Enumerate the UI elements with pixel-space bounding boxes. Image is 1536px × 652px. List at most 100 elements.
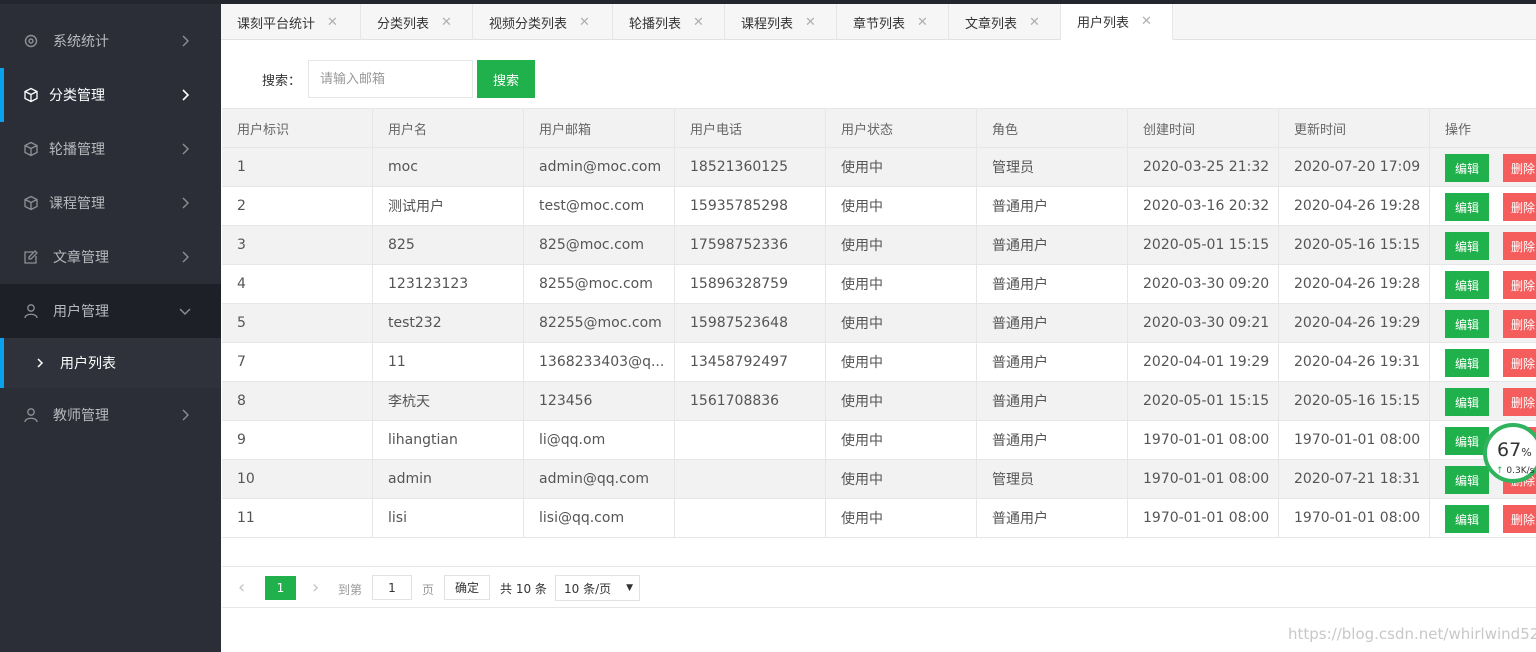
sidebar-item-article[interactable]: 文章管理 bbox=[0, 230, 221, 284]
table-cell: 18521360125 bbox=[675, 148, 826, 186]
close-icon[interactable]: ✕ bbox=[917, 15, 928, 30]
actions-cell: 编辑删除 bbox=[1430, 382, 1536, 420]
table-cell: lisi bbox=[373, 499, 524, 537]
sidebar-item-carousel[interactable]: 轮播管理 bbox=[0, 122, 221, 176]
tab-course-list[interactable]: 课程列表 ✕ bbox=[725, 4, 837, 40]
close-icon[interactable]: ✕ bbox=[805, 15, 816, 30]
tab-label: 分类列表 bbox=[377, 16, 430, 32]
table-cell: 3 bbox=[222, 226, 373, 264]
table-cell: 15935785298 bbox=[675, 187, 826, 225]
table-cell: 2020-05-01 15:15 bbox=[1128, 226, 1279, 264]
close-icon[interactable]: ✕ bbox=[579, 15, 590, 30]
edit-button[interactable]: 编辑 bbox=[1445, 349, 1489, 377]
table-cell: 2020-07-20 17:09 bbox=[1279, 148, 1430, 186]
table-cell: 2020-04-26 19:31 bbox=[1279, 343, 1430, 381]
table-cell: 4 bbox=[222, 265, 373, 303]
cube-icon bbox=[22, 86, 40, 104]
close-icon[interactable]: ✕ bbox=[1029, 15, 1040, 30]
edit-button[interactable]: 编辑 bbox=[1445, 193, 1489, 221]
sidebar-item-category[interactable]: 分类管理 bbox=[0, 68, 221, 122]
edit-button[interactable]: 编辑 bbox=[1445, 271, 1489, 299]
next-page-button[interactable]: › bbox=[312, 577, 326, 598]
goto-confirm-button[interactable]: 确定 bbox=[444, 575, 490, 600]
network-speed-widget[interactable]: 67% ↑ 0.3K/s bbox=[1483, 423, 1536, 483]
table-row: 10 admin admin@qq.com 使用中 管理员 1970-01-01 08:0… bbox=[222, 460, 1536, 499]
actions-cell: 编辑删除 bbox=[1430, 226, 1536, 264]
delete-button[interactable]: 删除 bbox=[1503, 154, 1536, 182]
chevron-down-icon bbox=[178, 304, 192, 318]
edit-button[interactable]: 编辑 bbox=[1445, 232, 1489, 260]
table-cell: 9 bbox=[222, 421, 373, 459]
delete-button[interactable]: 删除 bbox=[1503, 310, 1536, 338]
email-search-input[interactable] bbox=[308, 60, 473, 98]
chevron-right-icon bbox=[178, 88, 192, 102]
table-cell: 管理员 bbox=[977, 148, 1128, 186]
delete-button[interactable]: 删除 bbox=[1503, 388, 1536, 416]
table-cell: moc bbox=[373, 148, 524, 186]
page-size-select[interactable]: 10 条/页 ▼ bbox=[555, 575, 640, 601]
sidebar-item-label: 轮播管理 bbox=[49, 142, 105, 158]
delete-button[interactable]: 删除 bbox=[1503, 193, 1536, 221]
edit-button[interactable]: 编辑 bbox=[1445, 388, 1489, 416]
tab-category-list[interactable]: 分类列表 ✕ bbox=[361, 4, 473, 40]
close-icon[interactable]: ✕ bbox=[441, 15, 452, 30]
table-cell: admin bbox=[373, 460, 524, 498]
table-cell: 2020-05-16 15:15 bbox=[1279, 226, 1430, 264]
table-cell: 8 bbox=[222, 382, 373, 420]
sidebar-item-label: 文章管理 bbox=[53, 250, 109, 266]
sidebar-item-users[interactable]: 用户管理 bbox=[0, 284, 221, 338]
goto-page-input[interactable] bbox=[372, 575, 412, 600]
table-cell: 普通用户 bbox=[977, 382, 1128, 420]
sidebar: 系统统计 分类管理 轮播管理 课程管理 文章管理 用户管理 用户列表 教师管理 bbox=[0, 4, 221, 652]
close-icon[interactable]: ✕ bbox=[327, 15, 338, 30]
edit-button[interactable]: 编辑 bbox=[1445, 505, 1489, 533]
actions-cell: 编辑删除 bbox=[1430, 499, 1536, 537]
table-cell: 1 bbox=[222, 148, 373, 186]
tab-label: 轮播列表 bbox=[629, 16, 682, 32]
sidebar-subitem-user-list[interactable]: 用户列表 bbox=[0, 338, 221, 388]
table-row: 7 11 1368233403@q... 13458792497 使用中 普通用户 2020… bbox=[222, 343, 1536, 382]
delete-button[interactable]: 删除 bbox=[1503, 232, 1536, 260]
table-cell: 使用中 bbox=[826, 382, 977, 420]
user-icon bbox=[22, 302, 40, 320]
edit-button[interactable]: 编辑 bbox=[1445, 310, 1489, 338]
table-cell: 普通用户 bbox=[977, 499, 1128, 537]
delete-button[interactable]: 删除 bbox=[1503, 349, 1536, 377]
table-row: 11 lisi lisi@qq.com 使用中 普通用户 1970-01-01 08:00… bbox=[222, 499, 1536, 538]
tab-article-list[interactable]: 文章列表 ✕ bbox=[949, 4, 1061, 40]
user-table: 用户标识 用户名 用户邮箱 用户电话 用户状态 角色 创建时间 更新时间 操作 … bbox=[222, 108, 1536, 538]
sidebar-item-stats[interactable]: 系统统计 bbox=[0, 14, 221, 68]
table-cell: 2020-04-26 19:28 bbox=[1279, 187, 1430, 225]
table-cell: 李杭天 bbox=[373, 382, 524, 420]
tab-user-list[interactable]: 用户列表 ✕ bbox=[1061, 4, 1173, 40]
header-cell: 用户邮箱 bbox=[524, 109, 675, 147]
close-icon[interactable]: ✕ bbox=[1141, 14, 1152, 29]
sidebar-item-teachers[interactable]: 教师管理 bbox=[0, 388, 221, 442]
chevron-right-icon bbox=[178, 196, 192, 210]
delete-button[interactable]: 删除 bbox=[1503, 505, 1536, 533]
table-cell: 1970-01-01 08:00 bbox=[1279, 499, 1430, 537]
chevron-right-icon bbox=[178, 34, 192, 48]
user-icon bbox=[22, 406, 40, 424]
current-page-button[interactable]: 1 bbox=[265, 576, 296, 600]
table-cell: lihangtian bbox=[373, 421, 524, 459]
sidebar-subitem-label: 用户列表 bbox=[60, 356, 116, 372]
table-cell: 普通用户 bbox=[977, 187, 1128, 225]
table-cell: 使用中 bbox=[826, 187, 977, 225]
header-cell: 角色 bbox=[977, 109, 1128, 147]
tab-video-category-list[interactable]: 视频分类列表 ✕ bbox=[473, 4, 613, 40]
actions-cell: 编辑删除 bbox=[1430, 187, 1536, 225]
prev-page-button[interactable]: ‹ bbox=[238, 577, 252, 598]
tab-chapter-list[interactable]: 章节列表 ✕ bbox=[837, 4, 949, 40]
tab-carousel-list[interactable]: 轮播列表 ✕ bbox=[613, 4, 725, 40]
tab-platform-stats[interactable]: 课刻平台统计 ✕ bbox=[221, 4, 361, 40]
close-icon[interactable]: ✕ bbox=[693, 15, 704, 30]
search-button[interactable]: 搜索 bbox=[477, 60, 535, 98]
total-count: 共 10 条 bbox=[500, 582, 547, 596]
sidebar-item-course[interactable]: 课程管理 bbox=[0, 176, 221, 230]
delete-button[interactable]: 删除 bbox=[1503, 271, 1536, 299]
table-cell: li@qq.om bbox=[524, 421, 675, 459]
table-cell: 8255@moc.com bbox=[524, 265, 675, 303]
edit-button[interactable]: 编辑 bbox=[1445, 466, 1489, 494]
edit-button[interactable]: 编辑 bbox=[1445, 154, 1489, 182]
